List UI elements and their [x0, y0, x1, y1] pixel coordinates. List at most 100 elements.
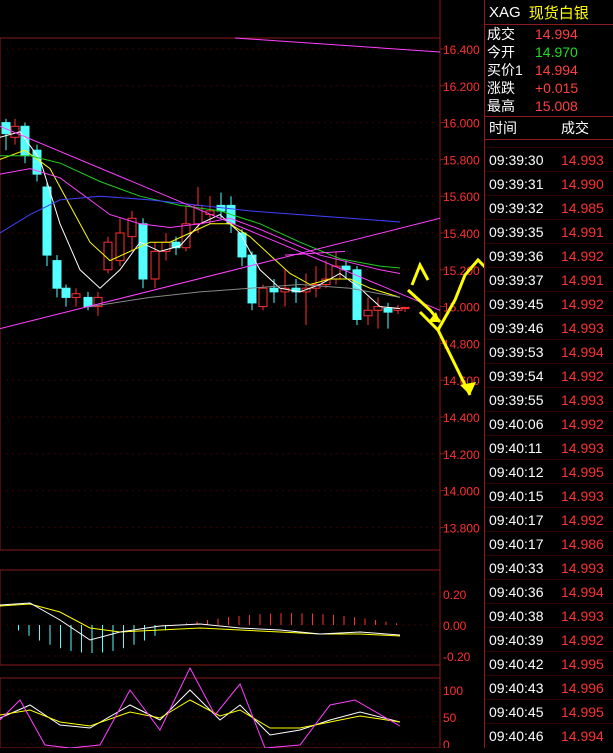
candle-body [269, 287, 279, 293]
candle-body [83, 296, 93, 308]
axis-label: 14.400 [443, 411, 480, 425]
quote-row-last: 成交 14.994 [485, 25, 613, 43]
tick-time: 09:39:36 [489, 247, 544, 264]
macd-axis-label: 0.00 [443, 619, 467, 633]
tick-price: 14.992 [561, 367, 604, 384]
tick-row[interactable]: 09:40:42 14.995 [485, 651, 613, 675]
tick-time: 09:40:46 [489, 727, 544, 744]
candle-body [258, 287, 268, 308]
tick-row[interactable]: 09:39:45 14.992 [485, 291, 613, 315]
quote-label: 今开 [487, 44, 515, 60]
tick-row[interactable]: 09:39:55 14.993 [485, 387, 613, 411]
quote-value: 15.008 [535, 98, 578, 114]
axis-label: 16.200 [443, 80, 480, 94]
divider [485, 139, 613, 140]
symbol-name: 现货白银 [528, 4, 589, 22]
tick-time: 09:40:06 [489, 415, 544, 432]
price-chart[interactable]: 16.40016.20016.00015.80015.60015.40015.2… [0, 0, 542, 752]
tick-row[interactable]: 09:39:37 14.991 [485, 267, 613, 291]
tick-row[interactable]: 09:39:46 14.993 [485, 315, 613, 339]
tick-row[interactable]: 09:40:39 14.992 [485, 627, 613, 651]
tick-list[interactable]: 09:39:30 14.993 09:39:31 14.990 09:39:32 14.9… [485, 147, 613, 747]
tick-row[interactable]: 09:39:36 14.992 [485, 243, 613, 267]
tick-price: 14.995 [561, 463, 604, 480]
candle-body [400, 307, 410, 310]
tick-row[interactable]: 09:39:30 14.993 [485, 147, 613, 171]
tick-time: 09:39:32 [489, 199, 544, 216]
tick-row[interactable]: 09:40:17 14.986 [485, 531, 613, 555]
tick-row[interactable]: 09:39:35 14.991 [485, 219, 613, 243]
tick-price: 14.992 [561, 247, 604, 264]
macd-panel-frame [0, 569, 441, 666]
tick-time: 09:39:54 [489, 367, 544, 384]
tick-price: 14.992 [561, 415, 604, 432]
symbol-code: XAG [489, 3, 521, 21]
tick-time: 09:40:17 [489, 511, 544, 528]
tick-time: 09:39:53 [489, 343, 544, 360]
tick-row[interactable]: 09:39:31 14.990 [485, 171, 613, 195]
tick-row[interactable]: 09:39:54 14.992 [485, 363, 613, 387]
kdj-j-line [0, 666, 401, 749]
tick-price: 14.993 [561, 319, 604, 336]
tick-header-price: 成交 [561, 120, 589, 136]
tick-price: 14.992 [561, 295, 604, 312]
tick-row[interactable]: 09:40:45 14.995 [485, 699, 613, 723]
candle-body [341, 265, 351, 271]
candle-body [52, 260, 62, 289]
candle-body [247, 254, 257, 304]
tick-row[interactable]: 09:40:36 14.994 [485, 579, 613, 603]
tick-row[interactable]: 09:39:53 14.994 [485, 339, 613, 363]
kdj-panel-frame [0, 677, 441, 749]
axis-label: 14.200 [443, 448, 480, 462]
axis-label: 15.800 [443, 153, 480, 167]
quote-value: +0.015 [535, 80, 579, 96]
quote-label: 成交 [487, 26, 515, 42]
tick-price: 14.992 [561, 511, 604, 528]
forecast-arrow [410, 261, 430, 286]
tick-price: 14.993 [561, 151, 604, 168]
kdj-axis-label: 0 [443, 738, 450, 748]
candle-body [42, 186, 52, 256]
tick-row[interactable]: 09:40:43 14.996 [485, 675, 613, 699]
macd-axis-label: -0.20 [443, 650, 471, 664]
symbol-header: XAG 现货白银 [485, 0, 613, 25]
tick-row[interactable]: 09:40:38 14.993 [485, 603, 613, 627]
trend-line-top [234, 37, 441, 53]
trend-line-up [0, 217, 441, 330]
quote-row-bid: 买价1 14.994 [485, 61, 613, 79]
quote-label: 买价1 [487, 62, 523, 78]
tick-time: 09:40:42 [489, 655, 544, 672]
tick-row[interactable]: 09:40:15 14.993 [485, 483, 613, 507]
tick-price: 14.993 [561, 439, 604, 456]
tick-time: 09:40:45 [489, 703, 544, 720]
axis-label: 16.000 [443, 117, 480, 131]
candle-body [383, 307, 393, 313]
tick-row[interactable]: 09:40:46 14.994 [485, 723, 613, 747]
kdj-axis-label: 100 [443, 684, 463, 698]
quote-value: 14.994 [535, 26, 578, 42]
tick-time: 09:39:46 [489, 319, 544, 336]
tick-row[interactable]: 09:40:06 14.992 [485, 411, 613, 435]
chart-area[interactable]: 16.400 16.200 16.000 15.800 15.600 15.400 15.2… [0, 0, 542, 752]
tick-row[interactable]: 09:40:11 14.993 [485, 435, 613, 459]
tick-price: 14.994 [561, 343, 604, 360]
tick-price: 14.994 [561, 727, 604, 744]
axis-label: 15.400 [443, 227, 480, 241]
tick-price: 14.995 [561, 703, 604, 720]
trend-line-down [0, 125, 441, 311]
tick-row[interactable]: 09:40:17 14.992 [485, 507, 613, 531]
kdj-k-line [0, 689, 401, 736]
quote-value: 14.994 [535, 62, 578, 78]
tick-time: 09:40:43 [489, 679, 544, 696]
tick-row[interactable]: 09:40:12 14.995 [485, 459, 613, 483]
tick-price: 14.986 [561, 535, 604, 552]
tick-header-time: 时间 [489, 120, 517, 136]
quote-row-change: 涨跌 +0.015 [485, 79, 613, 97]
tick-row[interactable]: 09:40:33 14.993 [485, 555, 613, 579]
tick-price: 14.991 [561, 271, 604, 288]
tick-time: 09:39:31 [489, 175, 544, 192]
tick-row[interactable]: 09:39:32 14.985 [485, 195, 613, 219]
quote-label: 涨跌 [487, 80, 515, 96]
kdj-d-line [0, 699, 401, 729]
tick-time: 09:39:37 [489, 271, 544, 288]
